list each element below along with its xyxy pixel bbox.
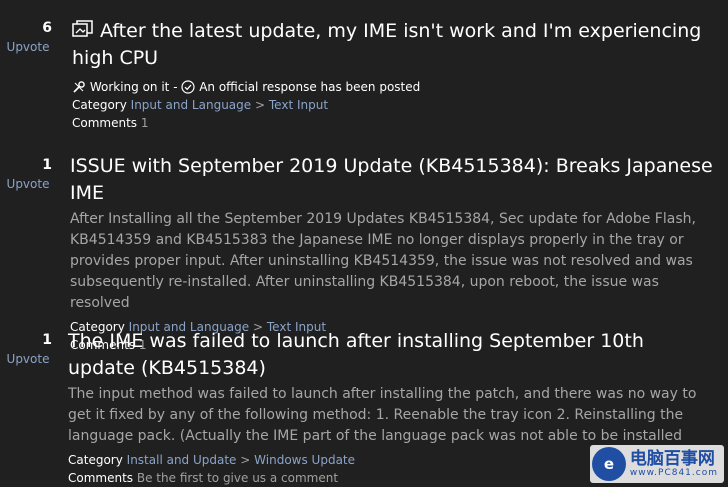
feedback-title-link[interactable]: After the latest update, my IME isn't wo…: [72, 18, 716, 72]
watermark-sub-text: www.PC841.com: [629, 468, 718, 478]
upvote-button[interactable]: Upvote: [0, 40, 56, 54]
feedback-title-text: After the latest update, my IME isn't wo…: [72, 20, 702, 69]
comments-count-link[interactable]: 1: [141, 116, 149, 130]
watermark-text: 电脑百事网 www.PC841.com: [630, 450, 718, 478]
comments-label: Comments: [72, 116, 138, 130]
status-official-text: An official response has been posted: [199, 80, 421, 94]
watermark-main-text: 电脑百事网: [629, 449, 715, 469]
watermark-logo-icon: e: [591, 447, 626, 481]
upvote-button[interactable]: Upvote: [0, 352, 56, 366]
vote-count: 6: [42, 20, 52, 36]
vote-count: 1: [42, 157, 52, 173]
vote-count: 1: [42, 332, 52, 348]
category-primary-link[interactable]: Input and Language: [131, 98, 252, 112]
feedback-title-link[interactable]: ISSUE with September 2019 Update (KB4515…: [70, 153, 716, 207]
feedback-status: Working on it - An official response has…: [72, 78, 716, 96]
category-primary-link[interactable]: Install and Update: [127, 453, 237, 467]
category-label: Category: [72, 98, 127, 112]
feedback-description: The input method was failed to launch af…: [68, 386, 697, 444]
check-circle-icon: [181, 80, 199, 94]
feedback-title-text: The IME was failed to launch after insta…: [68, 330, 644, 379]
comments-label: Comments: [68, 471, 134, 485]
working-icon: [72, 80, 90, 94]
comments-line: Comments 1: [72, 114, 716, 132]
feedback-content: ISSUE with September 2019 Update (KB4515…: [70, 153, 716, 354]
feedback-description: After Installing all the September 2019 …: [70, 211, 696, 311]
status-working-text: Working on it -: [89, 80, 178, 94]
category-secondary-link[interactable]: Text Input: [269, 98, 328, 112]
category-label: Category: [68, 453, 123, 467]
vote-box: 1 Upvote: [0, 332, 56, 366]
category-secondary-link[interactable]: Windows Update: [254, 453, 355, 467]
site-watermark: e 电脑百事网 www.PC841.com: [589, 445, 724, 483]
upvote-button[interactable]: Upvote: [0, 177, 56, 191]
category-separator: >: [254, 98, 266, 112]
feedback-title-link[interactable]: The IME was failed to launch after insta…: [68, 328, 716, 382]
category-separator: >: [240, 453, 251, 467]
comments-empty-text: Be the first to give us a comment: [136, 471, 339, 485]
category-line: Category Input and Language > Text Input: [72, 96, 716, 114]
feedback-content: After the latest update, my IME isn't wo…: [72, 18, 716, 132]
feedback-collection-icon: [72, 20, 94, 40]
vote-box: 1 Upvote: [0, 157, 56, 191]
vote-box: 6 Upvote: [0, 20, 56, 54]
feedback-title-text: ISSUE with September 2019 Update (KB4515…: [70, 155, 713, 204]
